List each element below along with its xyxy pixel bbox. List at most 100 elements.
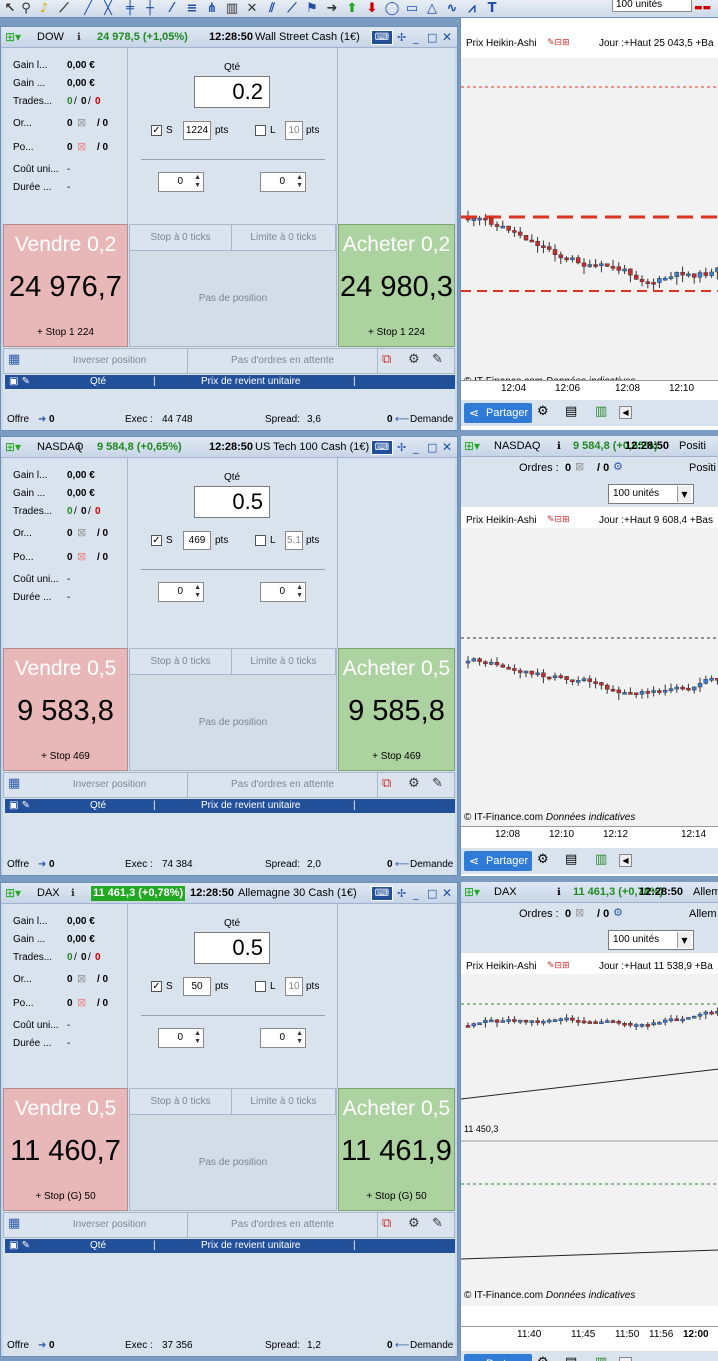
- ray-icon[interactable]: ⁄: [164, 1, 180, 16]
- stop-distance-input[interactable]: 469: [183, 531, 211, 550]
- fibonacci-icon[interactable]: ≡: [184, 1, 200, 16]
- minimize-icon[interactable]: _: [413, 27, 419, 48]
- instrument-icon[interactable]: ⊞▾: [464, 882, 480, 903]
- vertical-line-icon[interactable]: ┼: [142, 1, 158, 16]
- keyboard-icon[interactable]: ⌨: [371, 440, 393, 455]
- stop-checkbox[interactable]: ✓: [151, 125, 162, 136]
- close-positions-icon[interactable]: ⊠: [77, 140, 86, 153]
- rectangle-icon[interactable]: ▭: [404, 1, 420, 16]
- limit-ticks-spinner[interactable]: 0: [260, 172, 306, 192]
- pitchfork-icon[interactable]: ⋔: [204, 1, 220, 16]
- cancel-orders-icon[interactable]: ⊠: [575, 906, 584, 919]
- stop-ticks-tab[interactable]: Stop à 0 ticks: [130, 225, 232, 251]
- pending-orders-button[interactable]: Pas d'ordres en attente: [188, 349, 378, 373]
- grid-icon[interactable]: ▦: [8, 776, 20, 791]
- arrow-right-icon[interactable]: ➜: [324, 1, 340, 16]
- share-button[interactable]: ⋖ Partager: [464, 851, 532, 871]
- cancel-orders-icon[interactable]: ⊠: [77, 972, 86, 985]
- wave-icon[interactable]: ∿: [444, 1, 460, 16]
- indicator-icon[interactable]: ⚙: [537, 1355, 549, 1361]
- triangle-icon[interactable]: △: [424, 1, 440, 16]
- sell-button[interactable]: Vendre 0,2 24 976,7 + Stop 1 224: [3, 224, 128, 347]
- list-icon[interactable]: ▣ ✎: [9, 1239, 30, 1253]
- limit-distance-input[interactable]: 10: [285, 121, 303, 140]
- channel-icon[interactable]: ⫽: [264, 1, 280, 16]
- grid-icon[interactable]: ▦: [8, 1216, 20, 1231]
- pin-icon[interactable]: ✢: [397, 27, 406, 48]
- gears-icon[interactable]: ⚙: [613, 460, 623, 473]
- chart-icon[interactable]: ⧉: [382, 1216, 391, 1231]
- ellipse-icon[interactable]: ◯: [384, 1, 400, 16]
- limit-ticks-tab[interactable]: Limite à 0 ticks: [232, 649, 336, 675]
- list-icon[interactable]: ▣ ✎: [9, 799, 30, 813]
- share-button[interactable]: ⋖ Partager: [464, 403, 532, 423]
- reverse-position-button[interactable]: Inverser position: [32, 773, 188, 797]
- limit-ticks-spinner[interactable]: 0: [260, 582, 306, 602]
- stop-ticks-spinner[interactable]: 0: [158, 172, 204, 192]
- keyboard-icon[interactable]: ⌨: [371, 30, 393, 45]
- horizontal-line-icon[interactable]: ╪: [122, 1, 138, 16]
- zigzag-icon[interactable]: ⩘: [464, 1, 480, 16]
- minimize-icon[interactable]: _: [413, 883, 419, 904]
- close-icon[interactable]: ✕: [442, 883, 452, 904]
- trend-line[interactable]: [461, 1068, 718, 1100]
- qty-input[interactable]: 0.5: [194, 486, 270, 518]
- limit-checkbox[interactable]: [255, 125, 266, 136]
- settings-icon[interactable]: ⚙: [408, 352, 420, 367]
- toolbar-close-icon[interactable]: ▬▬: [694, 1, 711, 16]
- info-icon[interactable]: ℹ: [557, 882, 561, 903]
- scroll-left-icon[interactable]: ◀: [619, 854, 632, 867]
- scroll-left-icon[interactable]: ◀: [619, 1357, 632, 1361]
- pin-icon[interactable]: ✢: [397, 883, 406, 904]
- regression-icon[interactable]: ⟋: [284, 1, 300, 16]
- buy-button[interactable]: Acheter 0,2 24 980,3 + Stop 1 224: [338, 224, 455, 347]
- limit-checkbox[interactable]: [255, 535, 266, 546]
- instrument-name[interactable]: DOW: [37, 27, 64, 48]
- chart-instrument[interactable]: DAX: [494, 882, 517, 903]
- zoom-icon[interactable]: ⚲: [18, 1, 34, 16]
- stop-ticks-tab[interactable]: Stop à 0 ticks: [130, 1089, 232, 1115]
- info-icon[interactable]: ℹ: [77, 437, 81, 458]
- limit-distance-input[interactable]: 5.1: [285, 531, 303, 550]
- text-tool-icon[interactable]: T: [484, 1, 500, 16]
- close-positions-icon[interactable]: ⊠: [77, 996, 86, 1009]
- stop-ticks-spinner[interactable]: 0: [158, 582, 204, 602]
- close-icon[interactable]: ✕: [442, 27, 452, 48]
- sell-button[interactable]: Vendre 0,5 9 583,8 + Stop 469: [3, 648, 128, 771]
- edit-icon[interactable]: ✎: [432, 776, 443, 791]
- gears-icon[interactable]: ⚙: [613, 906, 623, 919]
- pending-orders-button[interactable]: Pas d'ordres en attente: [188, 773, 378, 797]
- maximize-icon[interactable]: □: [427, 437, 437, 458]
- pin-icon[interactable]: ✢: [397, 437, 406, 458]
- buy-button[interactable]: Acheter 0,5 9 585,8 + Stop 469: [338, 648, 455, 771]
- indicator-icon[interactable]: ⚙: [537, 852, 549, 867]
- dropdown-icon[interactable]: ▼: [677, 932, 691, 948]
- cancel-orders-icon[interactable]: ⊠: [77, 526, 86, 539]
- dropdown-icon[interactable]: ▼: [677, 486, 691, 502]
- edit-icon[interactable]: ✎: [432, 352, 443, 367]
- limit-distance-input[interactable]: 10: [285, 977, 303, 996]
- stop-checkbox[interactable]: ✓: [151, 981, 162, 992]
- maximize-icon[interactable]: □: [427, 27, 437, 48]
- qty-input[interactable]: 0.5: [194, 932, 270, 964]
- sell-button[interactable]: Vendre 0,5 11 460,7 + Stop (G) 50: [3, 1088, 128, 1211]
- limit-ticks-tab[interactable]: Limite à 0 ticks: [232, 225, 336, 251]
- limit-checkbox[interactable]: [255, 981, 266, 992]
- layers-icon[interactable]: ▥: [595, 852, 607, 867]
- pending-orders-button[interactable]: Pas d'ordres en attente: [188, 1213, 378, 1237]
- close-positions-icon[interactable]: ⊠: [77, 550, 86, 563]
- info-icon[interactable]: ℹ: [557, 436, 561, 457]
- reverse-position-button[interactable]: Inverser position: [32, 1213, 188, 1237]
- instrument-icon[interactable]: ⊞▾: [5, 883, 21, 904]
- close-icon[interactable]: ✕: [442, 437, 452, 458]
- instrument-icon[interactable]: ⊞▾: [464, 436, 480, 457]
- trend-line-icon[interactable]: ╳: [100, 1, 116, 16]
- tools-icon[interactable]: ✕: [244, 1, 260, 16]
- trend-line-2[interactable]: [461, 1249, 718, 1260]
- buy-button[interactable]: Acheter 0,5 11 461,9 + Stop (G) 50: [338, 1088, 455, 1211]
- legend-icons[interactable]: ✎⊟⊞: [547, 36, 570, 51]
- legend-icons[interactable]: ✎⊟⊞: [547, 513, 570, 528]
- units-select[interactable]: 100 unités ▼: [608, 484, 694, 504]
- maximize-icon[interactable]: □: [427, 883, 437, 904]
- ruler-icon[interactable]: ⟋: [56, 1, 72, 16]
